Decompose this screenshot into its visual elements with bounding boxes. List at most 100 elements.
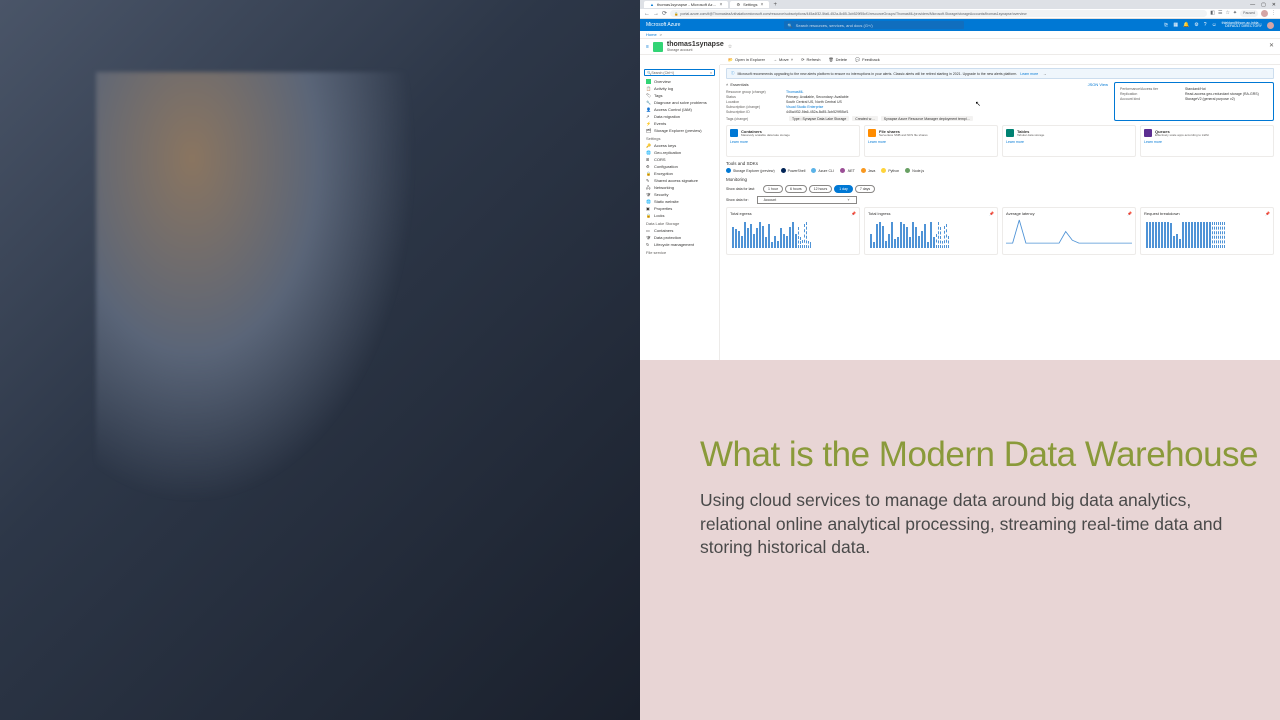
sidebar-item-encryption[interactable]: 🔒Encryption — [640, 170, 719, 177]
resource-group-link[interactable]: ThomasML — [786, 90, 804, 94]
sidebar-item-locks[interactable]: 🔒Locks — [640, 212, 719, 219]
essentials-toggle[interactable]: ˄ Essentials JSON View — [726, 82, 1108, 87]
aggregation-select[interactable]: Account˅ — [757, 196, 857, 204]
chart-request-breakdown[interactable]: Request breakdown📌 — [1140, 207, 1274, 255]
sidebar-item-overview[interactable]: Overview — [640, 78, 719, 85]
refresh-button[interactable]: ⟳ Refresh — [801, 57, 820, 62]
bookmark-icon[interactable]: ☆ — [1225, 10, 1229, 17]
gear-icon[interactable]: ⚙ — [1194, 22, 1198, 28]
card-desc: Massively scalable data lake storage — [741, 134, 790, 138]
menu-icon[interactable]: ⋮ — [1271, 10, 1276, 17]
sidebar-item-iam[interactable]: 👤Access Control (IAM) — [640, 106, 719, 113]
card-fileshares[interactable]: File sharesServerless SMB and NFS file s… — [864, 125, 998, 157]
tag-pill[interactable]: Synapse Azure Resource Manager deploymen… — [881, 116, 973, 121]
sidebar-search-input[interactable]: 🔍 Search (Ctrl+/)× — [644, 69, 715, 76]
sidebar-item-activity[interactable]: 📋Activity log — [640, 85, 719, 92]
browser-tab-settings[interactable]: ⚙ Settings × — [730, 1, 769, 8]
time-pill-6h[interactable]: 6 hours — [785, 185, 807, 193]
sidebar-item-cors[interactable]: ⊞CORS — [640, 156, 719, 163]
learn-more-link[interactable]: Learn more — [868, 140, 994, 144]
chart-total-ingress[interactable]: Total ingress📌 — [864, 207, 998, 255]
sidebar-item-diagnose[interactable]: 🔧Diagnose and solve problems — [640, 99, 719, 106]
extension-icon[interactable]: ☰ — [1218, 10, 1222, 17]
profile-avatar-icon[interactable] — [1261, 10, 1268, 17]
chart-avg-latency[interactable]: Average latency📌 — [1002, 207, 1136, 255]
delete-button[interactable]: 🗑 Delete — [829, 57, 848, 62]
azure-search-input[interactable]: 🔍 Search resources, services, and docs (… — [784, 21, 964, 29]
pin-icon[interactable]: 📌 — [851, 211, 856, 216]
profile-paused[interactable]: Paused — [1240, 10, 1258, 17]
close-icon[interactable]: × — [761, 2, 764, 8]
time-pill-12h[interactable]: 12 hours — [809, 185, 833, 193]
card-containers[interactable]: ContainersMassively scalable data lake s… — [726, 125, 860, 157]
favorite-icon[interactable]: ☆ — [728, 44, 732, 50]
alert-learn-more-link[interactable]: Learn more — [1020, 72, 1038, 76]
tag-pill[interactable]: Type : Synapse Data Lake Storage — [789, 116, 849, 121]
time-pill-1h[interactable]: 1 hour — [763, 185, 783, 193]
tag-pill[interactable]: Created w… — [852, 116, 877, 121]
sidebar-item-properties[interactable]: ▣Properties — [640, 205, 719, 212]
pin-icon[interactable]: 📌 — [1127, 211, 1132, 216]
time-pill-1d[interactable]: 1 day — [834, 185, 853, 193]
sdk-nodejs[interactable]: Node.js — [905, 168, 924, 173]
json-view-link[interactable]: JSON View — [1088, 82, 1108, 87]
pin-icon[interactable]: 📌 — [989, 211, 994, 216]
maximize-icon[interactable]: ▢ — [1261, 2, 1266, 8]
extensions-icon[interactable]: ✦ — [1233, 10, 1237, 17]
user-avatar-icon[interactable] — [1267, 22, 1274, 29]
chart-total-egress[interactable]: Total egress📌 — [726, 207, 860, 255]
azure-brand[interactable]: Microsoft Azure — [646, 22, 680, 28]
sidebar-item-config[interactable]: ⚙Configuration — [640, 163, 719, 170]
help-icon[interactable]: ? — [1204, 22, 1207, 28]
breadcrumb-home[interactable]: Home — [646, 32, 657, 37]
forward-icon[interactable]: → — [653, 11, 659, 17]
sidebar-item-networking[interactable]: 🖧Networking — [640, 184, 719, 191]
sidebar-item-explorer[interactable]: 🗂Storage Explorer (preview) — [640, 127, 719, 134]
notifications-icon[interactable]: 🔔 — [1183, 22, 1189, 28]
sidebar-item-keys[interactable]: 🔑Access keys — [640, 142, 719, 149]
user-account[interactable]: thleblan@thom.ac-inbla… DEFAULT DIRECTOR… — [1222, 22, 1262, 29]
directory-icon[interactable]: ▦ — [1173, 22, 1178, 28]
sidebar-item-geo[interactable]: 🌐Geo-replication — [640, 149, 719, 156]
learn-more-link[interactable]: Learn more — [730, 140, 856, 144]
sidebar-item-security[interactable]: 🛡Security — [640, 191, 719, 198]
sdk-python[interactable]: Python — [881, 168, 899, 173]
pin-icon[interactable]: 📌 — [1265, 211, 1270, 216]
learn-more-link[interactable]: Learn more — [1006, 140, 1132, 144]
sdk-powershell[interactable]: PowerShell — [781, 168, 806, 173]
url-input[interactable]: 🔒 portal.azure.com/#@ThomasleaAnthalatio… — [670, 10, 1207, 17]
sidebar-item-events[interactable]: ⚡Events — [640, 120, 719, 127]
sdk-java[interactable]: Java — [861, 168, 875, 173]
close-icon[interactable]: ✕ — [1269, 42, 1274, 49]
container-icon — [730, 129, 738, 137]
close-icon[interactable]: × — [720, 2, 723, 8]
learn-more-link[interactable]: Learn more — [1144, 140, 1270, 144]
reload-icon[interactable]: ⟳ — [662, 10, 667, 17]
sdk-dotnet[interactable]: .NET — [840, 168, 855, 173]
new-tab-button[interactable]: + — [773, 2, 777, 8]
sidebar-item-sas[interactable]: ✎Shared access signature — [640, 177, 719, 184]
card-queues[interactable]: QueuesEffectively scale apps according t… — [1140, 125, 1274, 157]
sidebar-item-lifecycle[interactable]: ↻Lifecycle management — [640, 241, 719, 248]
time-pill-7d[interactable]: 7 days — [855, 185, 875, 193]
move-button[interactable]: → Move ˅ — [773, 57, 793, 62]
feedback-icon[interactable]: ☺ — [1212, 22, 1217, 28]
back-icon[interactable]: ← — [644, 11, 650, 17]
sidebar-item-static[interactable]: 🌐Static website — [640, 198, 719, 205]
card-tables[interactable]: TablesTabular data storage Learn more — [1002, 125, 1136, 157]
cloud-shell-icon[interactable]: ⊵ — [1164, 22, 1168, 28]
feedback-button[interactable]: 💬 Feedback — [855, 57, 880, 62]
open-explorer-button[interactable]: 📂 Open in Explorer — [728, 57, 765, 62]
sidebar-item-tags[interactable]: 🏷Tags — [640, 92, 719, 99]
extension-icon[interactable]: ◧ — [1210, 10, 1215, 17]
hamburger-icon[interactable]: ≡ — [646, 44, 649, 50]
sdk-storage-explorer[interactable]: Storage Explorer (preview) — [726, 168, 775, 173]
minimize-icon[interactable]: — — [1250, 2, 1255, 8]
sdk-cli[interactable]: Azure CLI — [811, 168, 834, 173]
close-icon[interactable]: ✕ — [1272, 2, 1276, 8]
browser-tab-azure[interactable]: ▲ thomas1synapse - Microsoft Az… × — [644, 1, 728, 8]
sidebar-item-migration[interactable]: ↗Data migration — [640, 113, 719, 120]
sidebar-item-containers[interactable]: ▭Containers — [640, 227, 719, 234]
subscription-link[interactable]: Visual Studio Enterprise — [786, 105, 823, 109]
sidebar-item-dataprotection[interactable]: 🛡Data protection — [640, 234, 719, 241]
